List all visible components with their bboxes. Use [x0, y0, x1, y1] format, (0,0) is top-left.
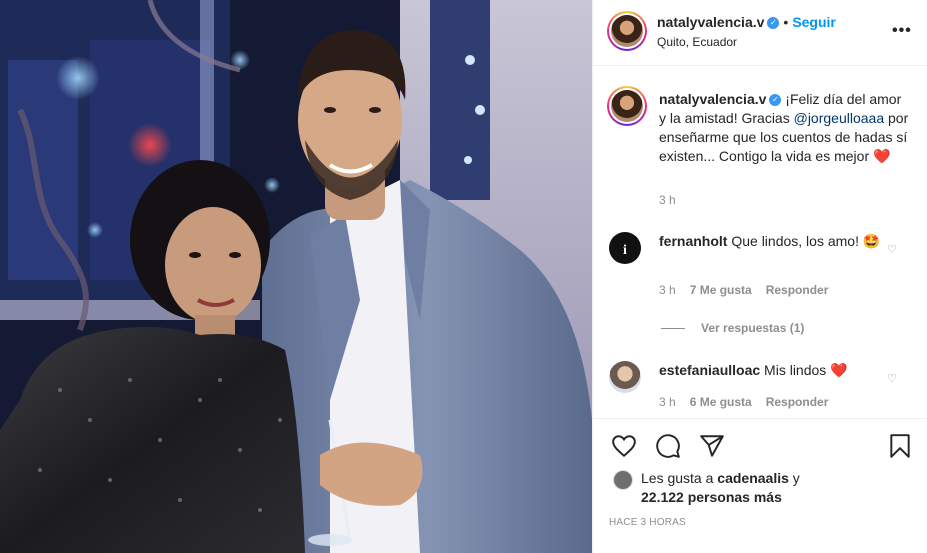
comment-1-author[interactable]: fernanholt [659, 233, 727, 249]
comment-2: estefaniaulloac Mis lindos ❤️ [659, 361, 889, 380]
comment-avatar-estefaniaulloac[interactable] [609, 361, 641, 393]
view-replies-button[interactable]: Ver respuestas (1) [661, 321, 804, 335]
bookmark-icon[interactable] [887, 433, 913, 459]
comment-2-reply-button[interactable]: Responder [766, 395, 829, 409]
likes-summary: Les gusta a cadenaalis y 22.122 personas… [641, 469, 800, 507]
caption-time[interactable]: 3 h [659, 193, 676, 207]
comment-1-reply-button[interactable]: Responder [766, 283, 829, 297]
verified-badge-icon: ✓ [767, 17, 780, 30]
comment-2-author[interactable]: estefaniaulloac [659, 362, 760, 378]
comment-2-like-heart-icon[interactable]: ♡ [887, 372, 897, 385]
caption-avatar[interactable] [607, 86, 647, 126]
heart-icon[interactable] [611, 433, 637, 459]
post-panel: natalyvalencia.v ✓ • Seguir Quito, Ecuador … [592, 0, 927, 553]
svg-text:i: i [623, 243, 627, 258]
comment-1-time[interactable]: 3 h [659, 283, 676, 297]
caption-author[interactable]: natalyvalencia.v [659, 91, 766, 107]
comment-icon[interactable] [655, 433, 681, 459]
likes-prefix: Les gusta a [641, 470, 718, 486]
replies-divider [661, 328, 685, 330]
post-image [0, 0, 592, 553]
comment-1-like-heart-icon[interactable]: ♡ [887, 243, 897, 256]
comment-2-likes[interactable]: 6 Me gusta [690, 395, 752, 409]
caption: natalyvalencia.v ✓ ¡Feliz día del amor y … [659, 90, 909, 166]
share-icon[interactable] [699, 433, 725, 459]
comment-2-text: Mis lindos [760, 362, 831, 378]
view-replies-label: Ver respuestas (1) [701, 321, 805, 335]
liker-avatar[interactable] [613, 470, 633, 490]
more-options-icon[interactable]: ••• [892, 22, 912, 40]
author-avatar[interactable] [607, 11, 647, 51]
comment-avatar-fernanholt[interactable]: i [609, 232, 641, 264]
author-username[interactable]: natalyvalencia.v [657, 14, 764, 30]
comment-1: fernanholt Que lindos, los amo! 🤩 [659, 232, 889, 251]
likes-mid: y [788, 470, 800, 486]
comment-2-time[interactable]: 3 h [659, 395, 676, 409]
likes-user[interactable]: cadenaalis [717, 470, 789, 486]
caption-mention[interactable]: @jorgeulloaaa [794, 110, 885, 126]
comment-1-likes[interactable]: 7 Me gusta [690, 283, 752, 297]
post-photo[interactable] [0, 0, 592, 553]
comment-1-meta: 3 h 7 Me gusta Responder [659, 283, 828, 297]
follow-button[interactable]: Seguir [792, 14, 836, 30]
comment-2-meta: 3 h 6 Me gusta Responder [659, 395, 828, 409]
heart-emoji: ❤️ [873, 148, 891, 164]
author-line: natalyvalencia.v ✓ • Seguir [657, 14, 836, 30]
comment-1-text: Que lindos, los amo! [727, 233, 863, 249]
heart-emoji: ❤️ [830, 362, 848, 378]
post-header: natalyvalencia.v ✓ • Seguir Quito, Ecuador … [593, 0, 927, 66]
separator-dot: • [783, 14, 789, 30]
post-timestamp[interactable]: HACE 3 HORAS [609, 517, 686, 528]
verified-badge-icon: ✓ [769, 94, 782, 107]
action-bar: Les gusta a cadenaalis y 22.122 personas… [593, 418, 927, 553]
likes-count[interactable]: 22.122 personas más [641, 489, 782, 505]
star-struck-emoji: 🤩 [862, 233, 881, 249]
post-location[interactable]: Quito, Ecuador [657, 35, 737, 49]
